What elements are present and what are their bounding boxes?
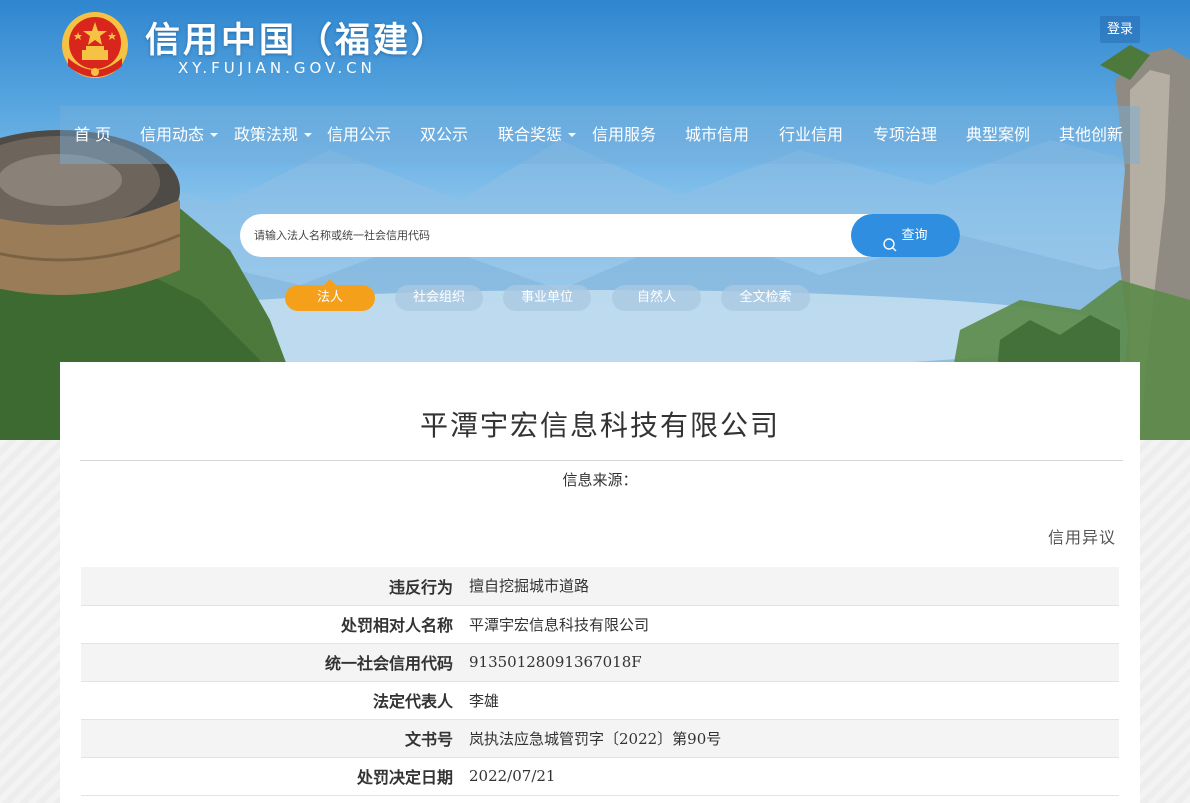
nav-item-credit-service[interactable]: 信用服务 <box>592 106 656 164</box>
category-tab-full-text-search[interactable]: 全文检索 <box>721 285 810 311</box>
info-source: 信息来源： <box>562 471 638 489</box>
table-row: 处罚相对人名称 平潭宇宏信息科技有限公司 <box>81 605 1119 643</box>
table-row: 违反行为 擅自挖掘城市道路 <box>81 567 1119 605</box>
category-tab-public-institution[interactable]: 事业单位 <box>503 285 591 311</box>
nav-item-credit-publicity[interactable]: 信用公示 <box>327 106 391 164</box>
divider <box>80 460 1123 461</box>
penalty-info-table: 违反行为 擅自挖掘城市道路 处罚相对人名称 平潭宇宏信息科技有限公司 统一社会信… <box>81 567 1119 796</box>
search-button[interactable]: 查询 <box>851 214 960 257</box>
search-icon <box>883 227 897 251</box>
field-label: 违反行为 <box>388 577 453 597</box>
field-value: 李雄 <box>469 691 500 710</box>
nav-item-industry-credit[interactable]: 行业信用 <box>779 106 843 164</box>
table-row: 法定代表人 李雄 <box>81 681 1119 719</box>
caret-down-icon <box>568 132 577 137</box>
field-value: 91350128091367018F <box>469 653 642 671</box>
nav-item-typical-cases[interactable]: 典型案例 <box>966 106 1030 164</box>
national-emblem-icon <box>60 10 130 80</box>
site-title: 信用中国（福建） <box>145 21 450 61</box>
field-label: 统一社会信用代码 <box>324 654 453 673</box>
field-label: 处罚决定日期 <box>356 768 453 787</box>
table-row: 文书号 岚执法应急城管罚字〔2022〕第90号 <box>81 719 1119 757</box>
nav-item-joint-reward-punish[interactable]: 联合奖惩 <box>498 106 577 164</box>
caret-down-icon <box>210 132 219 137</box>
category-tab-legal-person[interactable]: 法人 <box>285 279 375 311</box>
main-nav: 首 页 信用动态 政策法规 信用公示 双公示 联合奖惩 信用服务 城市信用 行业… <box>60 106 1140 164</box>
field-value: 擅自挖掘城市道路 <box>469 577 590 596</box>
caret-down-icon <box>304 132 313 137</box>
field-label: 文书号 <box>404 730 453 749</box>
credit-objection-link[interactable]: 信用异议 <box>1048 524 1116 548</box>
search-input[interactable] <box>254 214 844 257</box>
nav-item-credit-news[interactable]: 信用动态 <box>140 106 219 164</box>
nav-item-city-credit[interactable]: 城市信用 <box>685 106 749 164</box>
table-row: 处罚决定日期 2022/07/21 <box>81 757 1119 795</box>
nav-item-policy[interactable]: 政策法规 <box>234 106 313 164</box>
table-row: 统一社会信用代码 91350128091367018F <box>81 643 1119 681</box>
nav-item-dual-publicity[interactable]: 双公示 <box>420 106 468 164</box>
field-value: 岚执法应急城管罚字〔2022〕第90号 <box>469 729 722 748</box>
nav-item-home[interactable]: 首 页 <box>74 106 111 164</box>
field-value: 2022/07/21 <box>469 767 556 785</box>
field-label: 处罚相对人名称 <box>340 616 453 635</box>
record-card: 平潭宇宏信息科技有限公司 信息来源： 信用异议 违反行为 擅自挖掘城市道路 处罚… <box>60 362 1140 803</box>
field-label: 法定代表人 <box>372 692 453 711</box>
site-url: XY.FUJIAN.GOV.CN <box>178 59 376 77</box>
category-tab-social-org[interactable]: 社会组织 <box>395 285 483 311</box>
login-button[interactable]: 登录 <box>1100 16 1140 43</box>
nav-item-special-governance[interactable]: 专项治理 <box>873 106 937 164</box>
company-name-title: 平潭宇宏信息科技有限公司 <box>419 409 780 442</box>
nav-item-other-innovation[interactable]: 其他创新 <box>1059 106 1123 164</box>
category-tab-natural-person[interactable]: 自然人 <box>612 285 701 311</box>
search-button-label: 查询 <box>901 228 928 243</box>
field-value: 平潭宇宏信息科技有限公司 <box>469 615 650 634</box>
